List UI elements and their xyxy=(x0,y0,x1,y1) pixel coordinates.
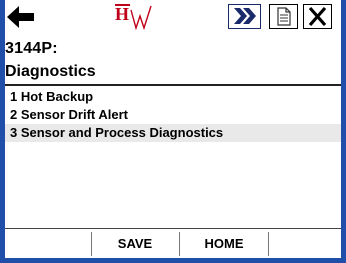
page-title: Diagnostics xyxy=(5,63,96,80)
save-button[interactable]: SAVE xyxy=(91,230,179,258)
menu-item-sensor-drift-alert[interactable]: 2 Sensor Drift Alert xyxy=(5,106,341,124)
close-button[interactable] xyxy=(303,4,332,29)
close-icon xyxy=(308,6,327,27)
double-chevron-right-icon xyxy=(234,8,256,24)
forward-button[interactable] xyxy=(228,4,261,29)
device-window: H 3144P: Diagnostics 1 Hot Backup 2 Sens… xyxy=(0,0,346,263)
menu-item-sensor-process-diagnostics[interactable]: 3 Sensor and Process Diagnostics xyxy=(5,124,341,142)
left-arrow-icon xyxy=(7,6,34,28)
toolbar: H xyxy=(5,0,341,34)
hart-logo-icon: H xyxy=(115,4,152,31)
menu-list: 1 Hot Backup 2 Sensor Drift Alert 3 Sens… xyxy=(5,88,341,142)
softkey-separator xyxy=(268,232,269,256)
back-button[interactable] xyxy=(7,5,35,29)
svg-text:H: H xyxy=(115,4,129,24)
home-button[interactable]: HOME xyxy=(180,230,268,258)
hart-logo: H xyxy=(111,2,155,32)
device-tag: 3144P: xyxy=(5,40,58,57)
document-button[interactable] xyxy=(269,4,298,29)
document-icon xyxy=(277,7,291,26)
title-divider xyxy=(5,84,341,86)
softkey-bar: SAVE HOME xyxy=(5,230,341,258)
softkey-divider xyxy=(5,228,341,229)
menu-item-hot-backup[interactable]: 1 Hot Backup xyxy=(5,88,341,106)
